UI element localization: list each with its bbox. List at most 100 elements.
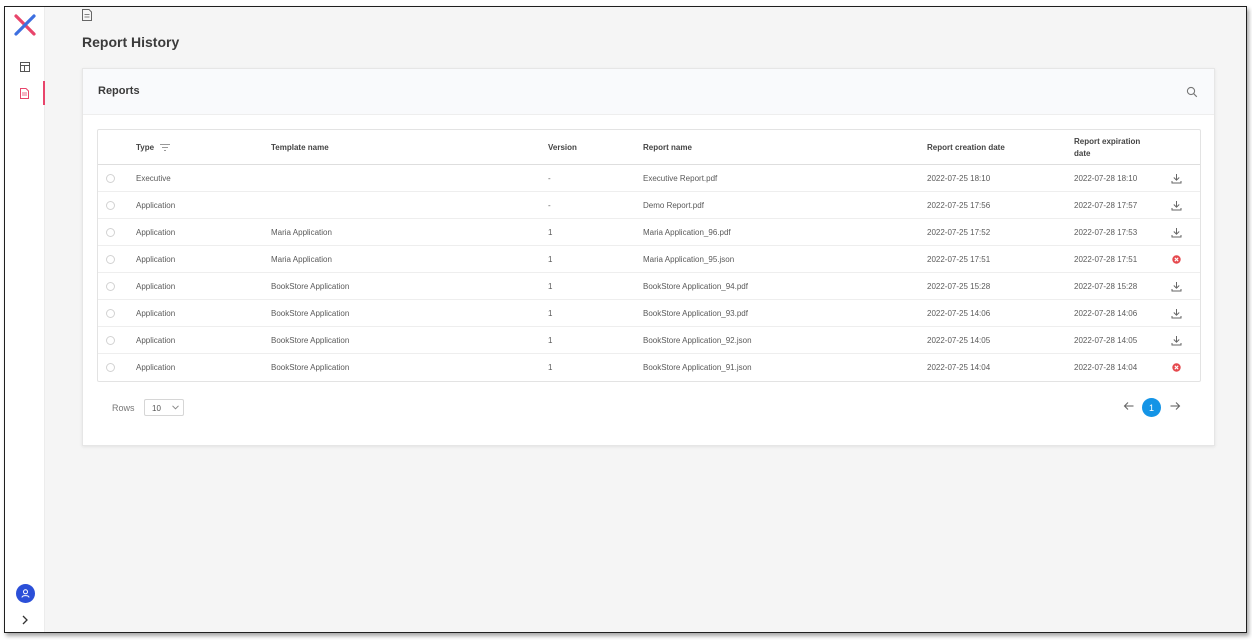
row-select-radio[interactable] <box>106 309 115 318</box>
download-icon[interactable] <box>1171 200 1182 211</box>
sidebar-item-dashboard[interactable] <box>5 55 45 79</box>
page-button-current[interactable]: 1 <box>1142 398 1161 417</box>
cell-expiration-date: 2022-07-28 17:51 <box>1074 255 1138 264</box>
header-type[interactable]: Type <box>136 143 154 152</box>
cell-type: Application <box>136 309 176 318</box>
cell-template-name: BookStore Application <box>271 363 350 372</box>
app-window: Report History Reports Type Template nam… <box>4 6 1247 633</box>
row-select-radio[interactable] <box>106 363 115 372</box>
report-icon <box>19 87 29 99</box>
header-report-name: Report name <box>643 143 692 152</box>
reports-table: Type Template name Version Report name R… <box>97 129 1201 382</box>
error-icon[interactable] <box>1171 362 1182 373</box>
table-row[interactable]: Application Maria Application 1 Maria Appli… <box>98 219 1200 246</box>
rows-per-page-select[interactable]: 10 <box>144 399 184 416</box>
rows-per-page-value: 10 <box>152 404 161 413</box>
previous-page-icon[interactable] <box>1123 400 1135 412</box>
cell-expiration-date: 2022-07-28 15:28 <box>1074 282 1138 291</box>
cell-report-name: Maria Application_96.pdf <box>643 228 731 237</box>
table-row[interactable]: Application BookStore Application 1 BookSto… <box>98 300 1200 327</box>
download-icon[interactable] <box>1171 308 1182 319</box>
dashboard-icon <box>20 62 30 72</box>
cell-creation-date: 2022-07-25 18:10 <box>927 174 991 183</box>
reports-card: Reports Type Template name Version Repor… <box>82 68 1215 446</box>
header-template-name: Template name <box>271 143 329 152</box>
chevron-down-icon <box>172 405 179 410</box>
cell-version: 1 <box>548 309 553 318</box>
table-row[interactable]: Application BookStore Application 1 BookSto… <box>98 273 1200 300</box>
cell-type: Application <box>136 282 176 291</box>
table-header: Type Template name Version Report name R… <box>98 130 1200 165</box>
cell-version: 1 <box>548 282 553 291</box>
cell-template-name: BookStore Application <box>271 282 350 291</box>
page-title: Report History <box>82 34 180 50</box>
cell-report-name: BookStore Application_93.pdf <box>643 309 748 318</box>
user-icon <box>21 589 30 598</box>
download-icon[interactable] <box>1171 335 1182 346</box>
cell-report-name: Demo Report.pdf <box>643 201 704 210</box>
cell-expiration-date: 2022-07-28 14:06 <box>1074 309 1138 318</box>
table-row[interactable]: Application BookStore Application 1 BookSto… <box>98 354 1200 381</box>
app-logo <box>14 14 36 36</box>
cell-version: 1 <box>548 255 553 264</box>
next-page-icon[interactable] <box>1169 400 1181 412</box>
download-icon[interactable] <box>1171 227 1182 238</box>
cell-report-name: BookStore Application_92.json <box>643 336 752 345</box>
cell-expiration-date: 2022-07-28 17:57 <box>1074 201 1138 210</box>
cell-type: Application <box>136 363 176 372</box>
rows-per-page-label: Rows <box>112 403 135 413</box>
table-row[interactable]: Executive - Executive Report.pdf 2022-07-25… <box>98 165 1200 192</box>
cell-report-name: Maria Application_95.json <box>643 255 735 264</box>
cell-creation-date: 2022-07-25 15:28 <box>927 282 991 291</box>
cell-creation-date: 2022-07-25 17:52 <box>927 228 991 237</box>
cell-version: 1 <box>548 228 553 237</box>
cell-creation-date: 2022-07-25 14:04 <box>927 363 991 372</box>
cell-type: Application <box>136 201 176 210</box>
search-icon[interactable] <box>1186 86 1198 98</box>
header-expiration-line2: date <box>1074 149 1091 158</box>
row-select-radio[interactable] <box>106 174 115 183</box>
cell-template-name: BookStore Application <box>271 336 350 345</box>
cell-template-name: Maria Application <box>271 255 332 264</box>
cell-creation-date: 2022-07-25 14:05 <box>927 336 991 345</box>
row-select-radio[interactable] <box>106 255 115 264</box>
cell-version: - <box>548 174 551 183</box>
cell-version: - <box>548 201 551 210</box>
filter-icon[interactable] <box>160 144 170 151</box>
cell-creation-date: 2022-07-25 17:51 <box>927 255 991 264</box>
row-select-radio[interactable] <box>106 282 115 291</box>
error-icon[interactable] <box>1171 254 1182 265</box>
cell-template-name: Maria Application <box>271 228 332 237</box>
row-select-radio[interactable] <box>106 336 115 345</box>
cell-type: Executive <box>136 174 171 183</box>
user-avatar[interactable] <box>16 584 35 603</box>
download-icon[interactable] <box>1171 173 1182 184</box>
cell-expiration-date: 2022-07-28 14:05 <box>1074 336 1138 345</box>
cell-expiration-date: 2022-07-28 14:04 <box>1074 363 1138 372</box>
report-breadcrumb-icon <box>82 9 92 21</box>
cell-report-name: BookStore Application_91.json <box>643 363 752 372</box>
cell-version: 1 <box>548 336 553 345</box>
table-row[interactable]: Application BookStore Application 1 BookSto… <box>98 327 1200 354</box>
table-row[interactable]: Application Maria Application 1 Maria Appli… <box>98 246 1200 273</box>
header-expiration-line1: Report expiration <box>1074 137 1141 146</box>
cell-report-name: BookStore Application_94.pdf <box>643 282 748 291</box>
sidebar-item-reports[interactable] <box>5 81 45 105</box>
header-creation-date: Report creation date <box>927 143 1005 152</box>
cell-type: Application <box>136 255 176 264</box>
cell-creation-date: 2022-07-25 17:56 <box>927 201 991 210</box>
row-select-radio[interactable] <box>106 201 115 210</box>
row-select-radio[interactable] <box>106 228 115 237</box>
cell-expiration-date: 2022-07-28 18:10 <box>1074 174 1138 183</box>
cell-template-name: BookStore Application <box>271 309 350 318</box>
cell-type: Application <box>136 336 176 345</box>
download-icon[interactable] <box>1171 281 1182 292</box>
expand-sidebar-icon[interactable] <box>19 614 31 626</box>
card-title: Reports <box>98 85 140 97</box>
cell-creation-date: 2022-07-25 14:06 <box>927 309 991 318</box>
cell-report-name: Executive Report.pdf <box>643 174 718 183</box>
cell-type: Application <box>136 228 176 237</box>
table-row[interactable]: Application - Demo Report.pdf 2022-07-25 17… <box>98 192 1200 219</box>
sidebar <box>5 7 45 632</box>
cell-version: 1 <box>548 363 553 372</box>
